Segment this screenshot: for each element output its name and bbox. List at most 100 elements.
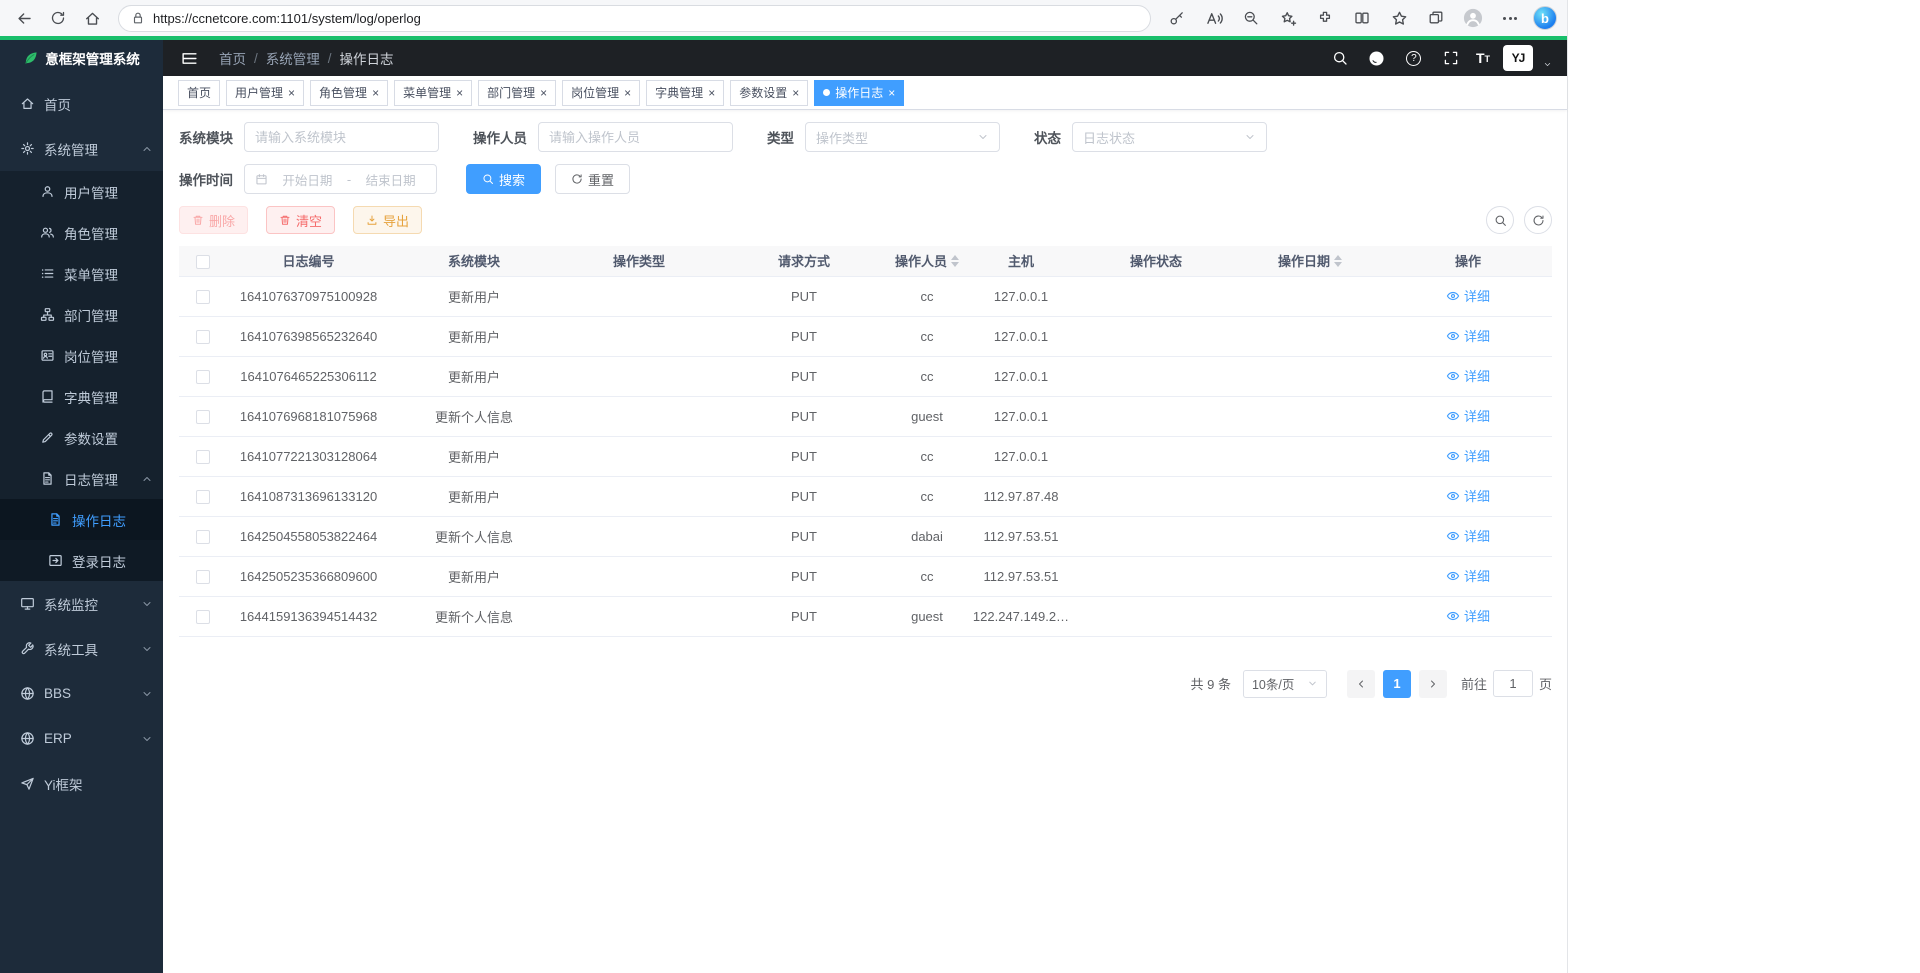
tab-operlog[interactable]: 操作日志×: [814, 80, 904, 106]
back-button[interactable]: [10, 4, 38, 32]
cell-log-id: 1641087313696133120: [227, 476, 390, 516]
sidebar-item-tool[interactable]: 系统工具: [0, 626, 163, 671]
row-checkbox[interactable]: [196, 570, 210, 584]
reset-button[interactable]: 重置: [555, 164, 630, 194]
address-bar[interactable]: https://ccnetcore.com:1101/system/log/op…: [118, 5, 1151, 32]
sort-operator[interactable]: [951, 255, 959, 267]
detail-link[interactable]: 详细: [1446, 446, 1490, 465]
row-checkbox[interactable]: [196, 330, 210, 344]
detail-link[interactable]: 详细: [1446, 526, 1490, 545]
row-checkbox[interactable]: [196, 530, 210, 544]
tab-post[interactable]: 岗位管理×: [562, 80, 640, 106]
password-key-icon[interactable]: [1163, 4, 1191, 32]
prev-page-button[interactable]: [1347, 670, 1375, 698]
sidebar-item-log[interactable]: 日志管理: [0, 458, 163, 499]
page-size-select[interactable]: 10条/页: [1243, 670, 1327, 698]
tab-home[interactable]: 首页: [178, 80, 220, 106]
sidebar-item-loginlog[interactable]: 登录日志: [0, 540, 163, 581]
copilot-icon[interactable]: b: [1533, 6, 1557, 30]
export-button[interactable]: 导出: [353, 206, 422, 234]
next-page-button[interactable]: [1419, 670, 1447, 698]
split-screen-icon[interactable]: [1348, 4, 1376, 32]
row-checkbox[interactable]: [196, 370, 210, 384]
detail-link[interactable]: 详细: [1446, 486, 1490, 505]
sidebar-item-system[interactable]: 系统管理: [0, 126, 163, 171]
detail-link[interactable]: 详细: [1446, 606, 1490, 625]
chevron-down-icon[interactable]: [1542, 60, 1553, 71]
date-range-input[interactable]: 开始日期 - 结束日期: [244, 164, 437, 194]
page-number-1[interactable]: 1: [1383, 670, 1411, 698]
favorites-add-icon[interactable]: [1274, 4, 1302, 32]
close-icon[interactable]: ×: [456, 87, 463, 99]
chevron-down-icon: [977, 131, 989, 143]
sidebar-item-yi[interactable]: Yi框架: [0, 761, 163, 806]
close-icon[interactable]: ×: [708, 87, 715, 99]
breadcrumb-home[interactable]: 首页: [219, 48, 246, 68]
tab-role[interactable]: 角色管理×: [310, 80, 388, 106]
row-checkbox[interactable]: [196, 610, 210, 624]
row-checkbox[interactable]: [196, 450, 210, 464]
row-checkbox[interactable]: [196, 410, 210, 424]
tab-param[interactable]: 参数设置×: [730, 80, 808, 106]
sidebar-item-param[interactable]: 参数设置: [0, 417, 163, 458]
read-aloud-icon[interactable]: [1200, 4, 1228, 32]
date-separator: -: [347, 172, 351, 187]
tab-dept[interactable]: 部门管理×: [478, 80, 556, 106]
sidebar-item-user[interactable]: 用户管理: [0, 171, 163, 212]
more-menu-icon[interactable]: [1496, 4, 1524, 32]
sidebar-item-post[interactable]: 岗位管理: [0, 335, 163, 376]
row-checkbox[interactable]: [196, 290, 210, 304]
sidebar-item-dept[interactable]: 部门管理: [0, 294, 163, 335]
refresh-table-button[interactable]: [1524, 206, 1552, 234]
detail-link[interactable]: 详细: [1446, 326, 1490, 345]
type-select[interactable]: 操作类型: [805, 122, 1000, 152]
close-icon[interactable]: ×: [372, 87, 379, 99]
close-icon[interactable]: ×: [888, 87, 895, 99]
extensions-icon[interactable]: [1311, 4, 1339, 32]
tab-menu[interactable]: 菜单管理×: [394, 80, 472, 106]
sidebar-item-home[interactable]: 首页: [0, 81, 163, 126]
sidebar-item-monitor[interactable]: 系统监控: [0, 581, 163, 626]
fullscreen-icon[interactable]: [1439, 46, 1463, 70]
font-size-icon[interactable]: TT: [1476, 51, 1490, 65]
close-icon[interactable]: ×: [540, 87, 547, 99]
search-button[interactable]: 搜索: [466, 164, 541, 194]
clear-button[interactable]: 清空: [266, 206, 335, 234]
zoom-out-icon[interactable]: [1237, 4, 1265, 32]
detail-link[interactable]: 详细: [1446, 406, 1490, 425]
breadcrumb-system[interactable]: 系统管理: [266, 48, 320, 68]
row-checkbox[interactable]: [196, 490, 210, 504]
detail-link[interactable]: 详细: [1446, 366, 1490, 385]
sidebar-item-operlog[interactable]: 操作日志: [0, 499, 163, 540]
operator-input[interactable]: [538, 122, 733, 152]
github-icon[interactable]: [1365, 46, 1389, 70]
refresh-button[interactable]: [44, 4, 72, 32]
close-icon[interactable]: ×: [288, 87, 295, 99]
detail-link[interactable]: 详细: [1446, 566, 1490, 585]
sidebar-item-role[interactable]: 角色管理: [0, 212, 163, 253]
favorites-icon[interactable]: [1385, 4, 1413, 32]
collections-icon[interactable]: [1422, 4, 1450, 32]
sidebar-toggle[interactable]: [177, 46, 201, 70]
sort-date[interactable]: [1334, 255, 1342, 267]
home-button[interactable]: [78, 4, 106, 32]
close-icon[interactable]: ×: [792, 87, 799, 99]
delete-button[interactable]: 删除: [179, 206, 248, 234]
status-select[interactable]: 日志状态: [1072, 122, 1267, 152]
close-icon[interactable]: ×: [624, 87, 631, 99]
detail-link[interactable]: 详细: [1446, 286, 1490, 305]
help-icon[interactable]: ?: [1402, 46, 1426, 70]
goto-page-input[interactable]: [1493, 670, 1533, 697]
sidebar-item-bbs[interactable]: BBS: [0, 671, 163, 716]
sidebar-item-dict[interactable]: 字典管理: [0, 376, 163, 417]
tab-user[interactable]: 用户管理×: [226, 80, 304, 106]
tab-dict[interactable]: 字典管理×: [646, 80, 724, 106]
module-input[interactable]: [244, 122, 439, 152]
sidebar-item-menu[interactable]: 菜单管理: [0, 253, 163, 294]
profile-avatar[interactable]: [1459, 4, 1487, 32]
search-icon[interactable]: [1328, 46, 1352, 70]
sidebar-item-erp[interactable]: ERP: [0, 716, 163, 761]
toggle-search-button[interactable]: [1486, 206, 1514, 234]
select-all-checkbox[interactable]: [196, 255, 210, 269]
user-avatar[interactable]: YJ: [1503, 45, 1533, 71]
